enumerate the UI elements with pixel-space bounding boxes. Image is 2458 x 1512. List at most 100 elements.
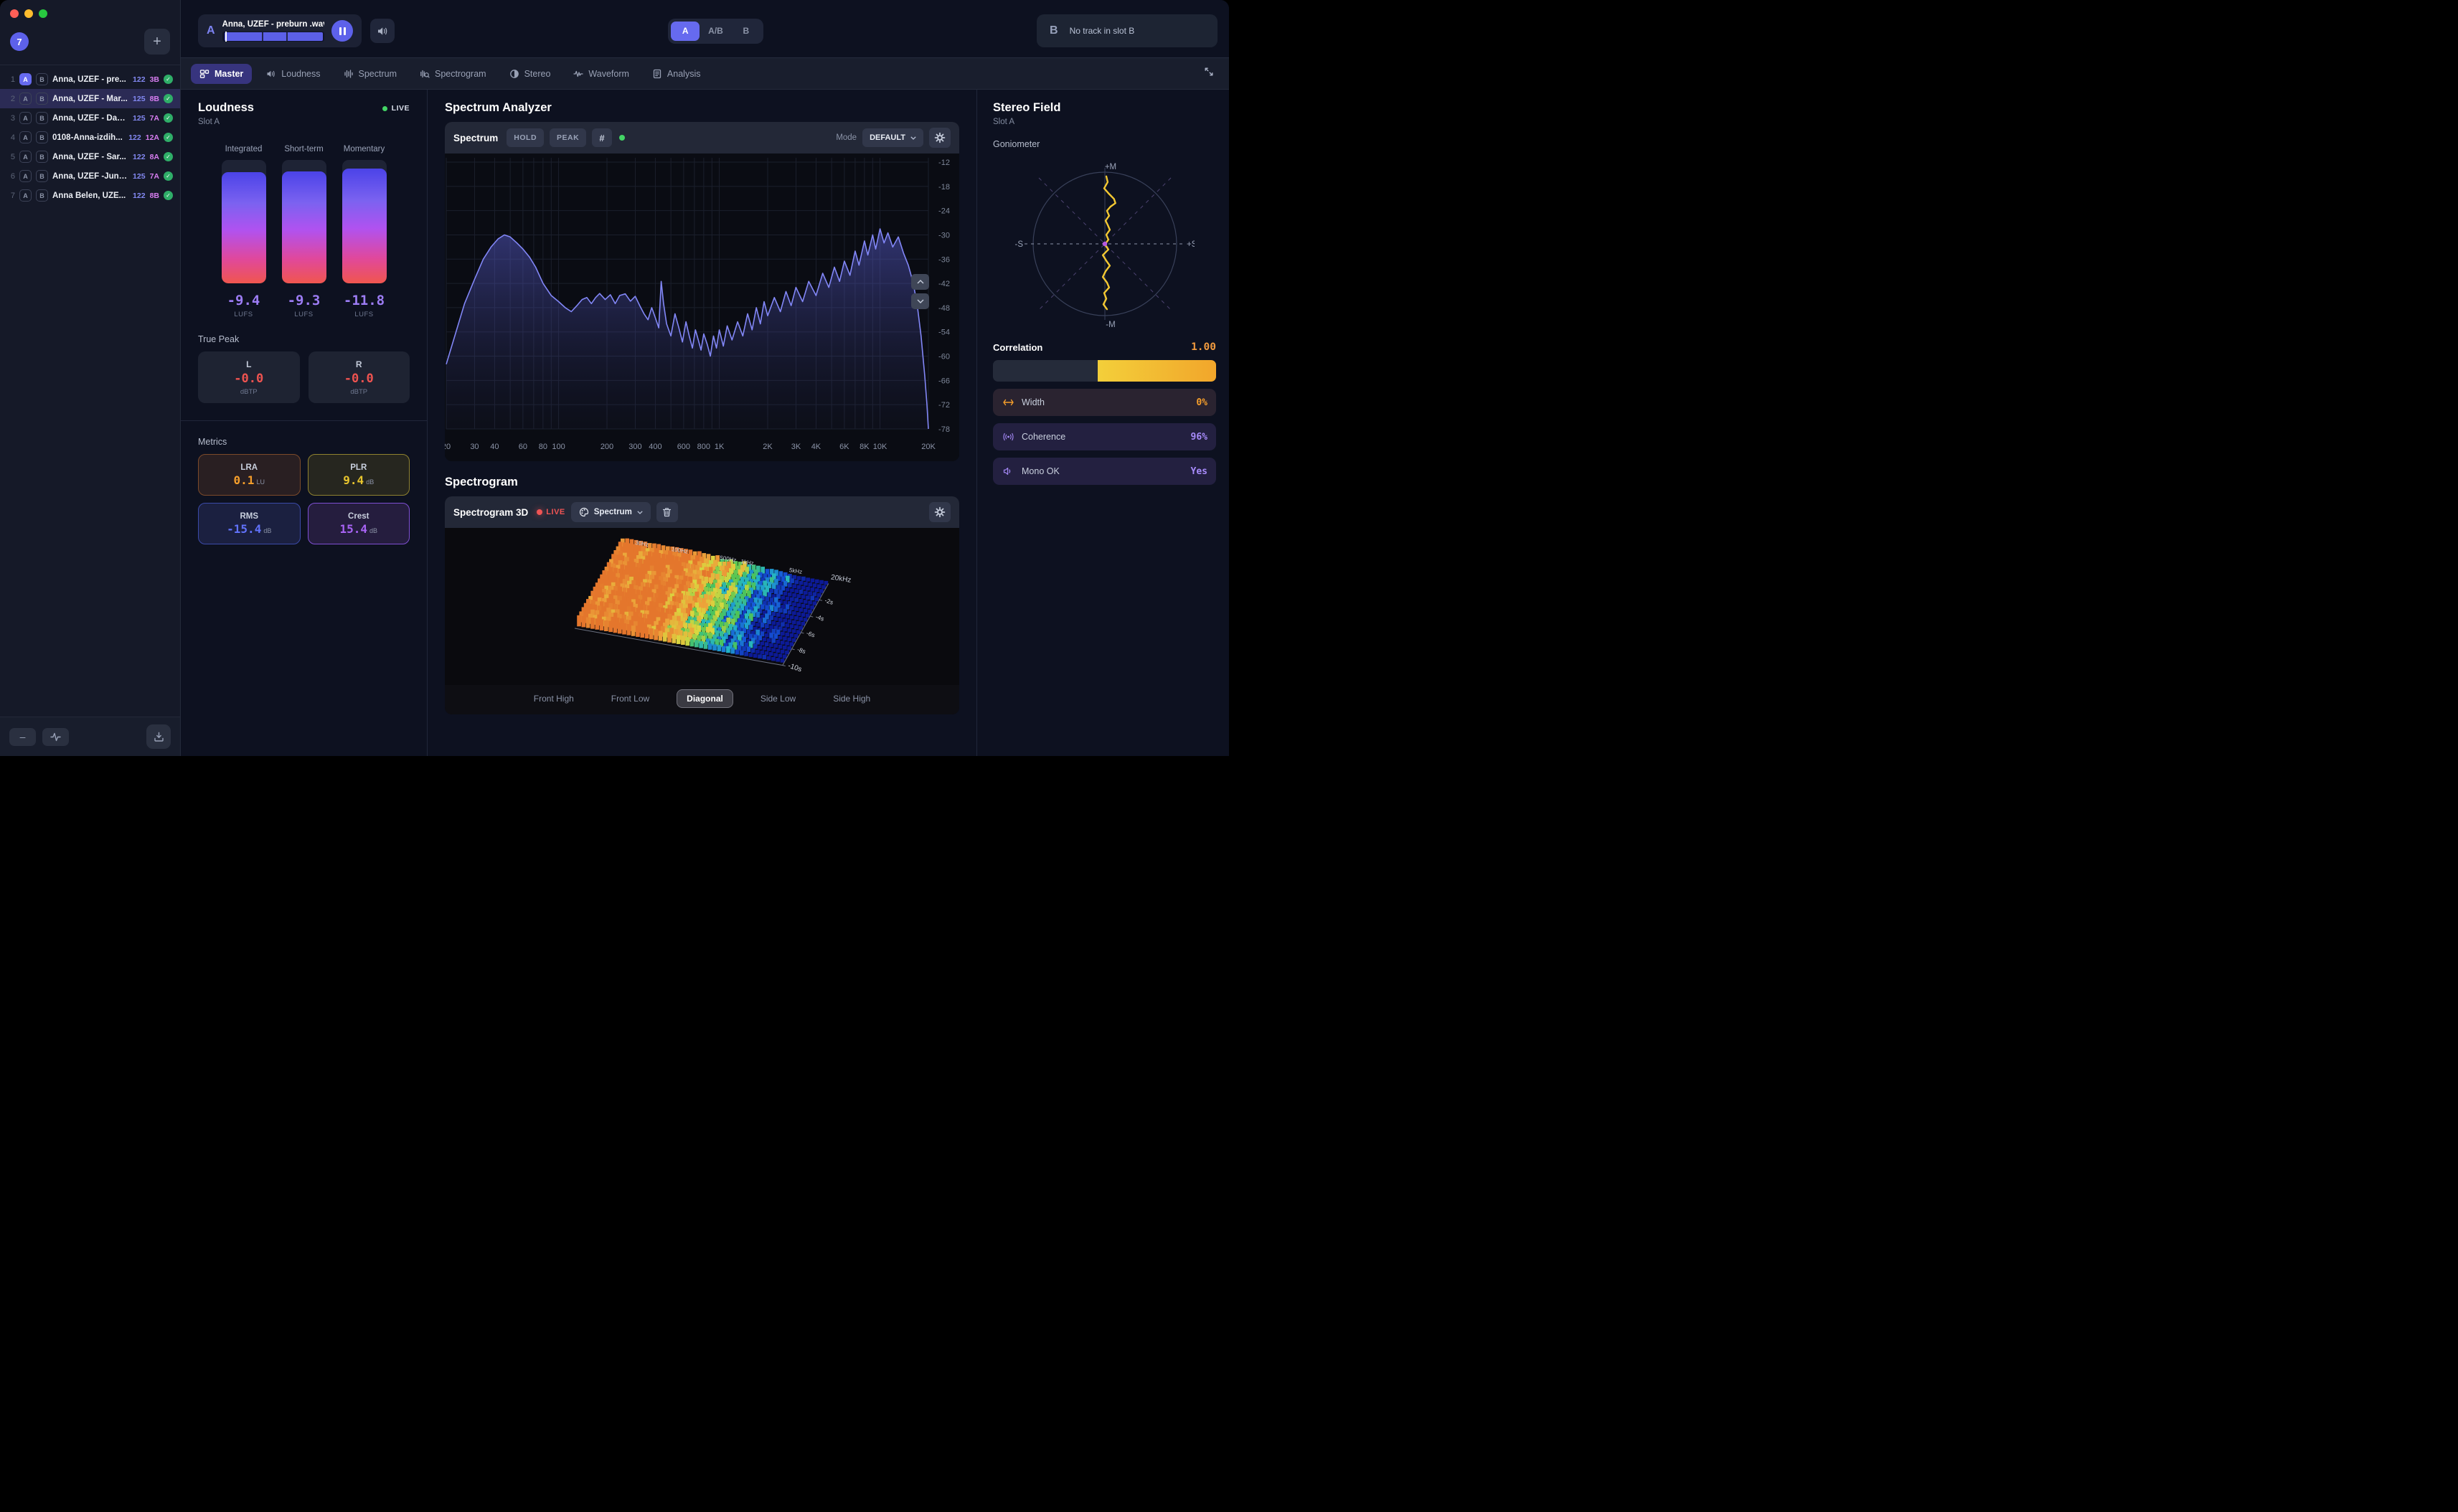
- minimize-window-icon[interactable]: [24, 9, 33, 18]
- track-key: 8B: [150, 192, 159, 200]
- slot-a-chip[interactable]: A: [19, 131, 32, 143]
- ab-option-ab[interactable]: A/B: [701, 22, 730, 41]
- view-buttons: Front High Front Low Diagonal Side Low Side …: [445, 685, 959, 714]
- track-number: 1: [7, 75, 15, 84]
- slot-a-chip[interactable]: A: [19, 73, 32, 85]
- live-label: LIVE: [392, 104, 410, 113]
- meter-fill: [342, 169, 387, 283]
- track-number: 2: [7, 95, 15, 103]
- import-button[interactable]: [146, 724, 171, 749]
- gear-icon: [934, 132, 946, 143]
- correlation-value: 1.00: [1191, 341, 1216, 353]
- track-key: 8B: [150, 95, 159, 103]
- slot-b-card[interactable]: B No track in slot B: [1037, 14, 1218, 47]
- true-peak-unit: dBTP: [350, 388, 367, 396]
- slot-a-chip[interactable]: A: [19, 151, 32, 163]
- svg-text:-60: -60: [938, 353, 950, 362]
- spectrogram-view-button[interactable]: Front Low: [601, 689, 659, 708]
- grid-toggle-button[interactable]: #: [592, 128, 612, 147]
- track-name: Anna, UZEF - Dan...: [52, 114, 128, 123]
- close-window-icon[interactable]: [10, 9, 19, 18]
- clear-spectrogram-button[interactable]: [656, 502, 678, 522]
- track-row[interactable]: 4 A B 0108-Anna-izdih... 122 12A ✓: [0, 128, 180, 147]
- sidebar-header: 7 +: [0, 23, 180, 65]
- active-dot-icon: [619, 135, 625, 141]
- remove-track-button[interactable]: –: [9, 728, 36, 746]
- slot-b-chip[interactable]: B: [36, 112, 48, 124]
- svg-text:600: 600: [677, 443, 690, 451]
- scale-up-button[interactable]: [911, 274, 929, 290]
- svg-text:30: 30: [470, 443, 479, 451]
- slot-a-chip[interactable]: A: [19, 170, 32, 182]
- expand-view-button[interactable]: [1199, 62, 1219, 85]
- tab-loudness[interactable]: Loudness: [258, 64, 329, 84]
- track-row[interactable]: 6 A B Anna, UZEF -Juna... 125 7A ✓: [0, 166, 180, 186]
- svg-text:400: 400: [649, 443, 661, 451]
- scale-down-button[interactable]: [911, 293, 929, 309]
- slot-b-chip[interactable]: B: [36, 151, 48, 163]
- svg-text:1K: 1K: [715, 443, 725, 451]
- metric-label: Crest: [348, 512, 369, 521]
- spectrogram-view-button[interactable]: Diagonal: [677, 689, 733, 708]
- slot-b-chip[interactable]: B: [36, 73, 48, 85]
- tab-spectrogram[interactable]: Spectrogram: [411, 64, 495, 84]
- pause-button[interactable]: [331, 20, 353, 42]
- analyze-button[interactable]: [42, 728, 69, 746]
- tab-waveform[interactable]: Waveform: [565, 64, 638, 84]
- track-analyzed-check-icon: ✓: [164, 171, 173, 181]
- spectrogram-3d-plot[interactable]: 30Hz100Hz500Hz1kHz5kHz20kHz-2s-4s-6s-8s-…: [445, 528, 959, 681]
- track-key: 8A: [150, 153, 159, 161]
- track-row[interactable]: 3 A B Anna, UZEF - Dan... 125 7A ✓: [0, 108, 180, 128]
- spectrogram-settings-button[interactable]: [929, 502, 951, 522]
- slot-a-chip[interactable]: A: [19, 112, 32, 124]
- spectrogram-view-button[interactable]: Side Low: [750, 689, 806, 708]
- mode-dropdown[interactable]: DEFAULT: [862, 128, 923, 147]
- tab-master[interactable]: Master: [191, 64, 252, 84]
- slot-a-chip[interactable]: A: [19, 93, 32, 105]
- spectrogram-view-button[interactable]: Front High: [524, 689, 584, 708]
- width-row[interactable]: Width 0%: [993, 389, 1216, 416]
- ab-option-a[interactable]: A: [671, 22, 700, 41]
- hold-button[interactable]: HOLD: [507, 128, 544, 147]
- metric-unit: dB: [366, 478, 374, 486]
- playhead[interactable]: [225, 32, 227, 42]
- slot-b-chip[interactable]: B: [36, 170, 48, 182]
- track-row[interactable]: 2 A B Anna, UZEF - Mar... 125 8B ✓: [0, 89, 180, 108]
- peak-button[interactable]: PEAK: [550, 128, 586, 147]
- track-bpm: 125: [133, 95, 146, 103]
- mono-ok-row[interactable]: Mono OK Yes: [993, 458, 1216, 485]
- slot-b-chip[interactable]: B: [36, 189, 48, 202]
- track-row[interactable]: 7 A B Anna Belen, UZE... 122 8B ✓: [0, 186, 180, 205]
- waveform-fill: [225, 32, 323, 41]
- add-track-button[interactable]: +: [144, 29, 170, 55]
- svg-text:-30: -30: [938, 231, 950, 240]
- spectrum-settings-button[interactable]: [929, 128, 951, 148]
- coherence-label: Coherence: [1022, 432, 1065, 442]
- track-row[interactable]: 5 A B Anna, UZEF - Sar... 122 8A ✓: [0, 147, 180, 166]
- metric-plr: PLR 9.4dB: [308, 454, 410, 496]
- slot-b-chip[interactable]: B: [36, 131, 48, 143]
- spectrum-plot: -12-18-24-30-36-42-48-54-60-66-72-782030…: [445, 153, 959, 458]
- ab-option-b[interactable]: B: [732, 22, 761, 41]
- live-badge: LIVE: [382, 104, 410, 113]
- player-waveform[interactable]: [222, 32, 324, 42]
- true-peak-title: True Peak: [198, 334, 410, 344]
- palette-dropdown[interactable]: Spectrum: [571, 502, 651, 522]
- svg-text:3K: 3K: [791, 443, 801, 451]
- spectrogram-view-button[interactable]: Side High: [823, 689, 880, 708]
- live-dot-icon: [382, 106, 387, 111]
- spectrogram-icon: [420, 69, 430, 79]
- tab-analysis[interactable]: Analysis: [644, 64, 710, 84]
- tab-stereo[interactable]: Stereo: [501, 64, 560, 84]
- slot-b-chip[interactable]: B: [36, 93, 48, 105]
- track-row[interactable]: 1 A B Anna, UZEF - pre... 122 3B ✓: [0, 70, 180, 89]
- tab-spectrum[interactable]: Spectrum: [335, 64, 406, 84]
- slot-a-chip[interactable]: A: [19, 189, 32, 202]
- metric-value: 15.4: [339, 522, 367, 536]
- palette-value: Spectrum: [594, 508, 632, 516]
- volume-button[interactable]: [370, 19, 395, 43]
- coherence-row[interactable]: Coherence 96%: [993, 423, 1216, 450]
- trash-icon: [662, 507, 672, 517]
- zoom-window-icon[interactable]: [39, 9, 47, 18]
- channel-label: R: [356, 359, 362, 369]
